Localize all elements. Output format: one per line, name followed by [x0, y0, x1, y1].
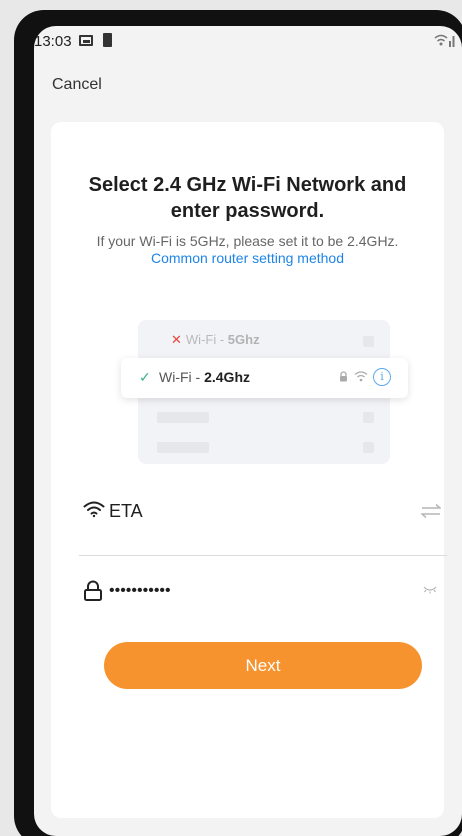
wifi-icon [83, 501, 105, 518]
illustration-24ghz-band: 2.4Ghz [204, 369, 250, 385]
cross-icon: ✕ [171, 332, 182, 347]
illustration-row-24ghz: ✓ Wi-Fi - 2.4Ghz i [121, 358, 408, 398]
illustration-5ghz-band: 5Ghz [227, 332, 260, 347]
illustration-placeholder [157, 412, 209, 423]
check-icon: ✓ [139, 369, 151, 385]
hint-text: If your Wi-Fi is 5GHz, please set it to … [96, 233, 399, 249]
info-icon: i [373, 368, 391, 386]
lock-icon [84, 580, 102, 601]
illustration-placeholder [363, 412, 374, 423]
wifi-small-icon [354, 371, 368, 382]
screen: 13:03 Cancel Select 2.4 GHz Wi-Fi Networ… [34, 26, 462, 836]
image-icon [79, 35, 93, 46]
router-setting-link[interactable]: Common router setting method [61, 249, 434, 267]
ssid-input[interactable] [109, 499, 399, 523]
page-title: Select 2.4 GHz Wi-Fi Network and enter p… [88, 174, 407, 222]
status-time: 13:03 [34, 33, 72, 50]
illustration-row-5ghz: ✕ Wi-Fi - 5Ghz [171, 332, 260, 348]
phone-frame: 13:03 Cancel Select 2.4 GHz Wi-Fi Networ… [14, 10, 462, 836]
illustration-placeholder [363, 336, 374, 347]
illustration-24ghz-label: Wi-Fi - 2.4Ghz [159, 369, 250, 385]
illustration-24ghz-prefix: Wi-Fi - [159, 369, 205, 385]
next-button[interactable]: Next [104, 642, 422, 689]
battery-icon [103, 33, 112, 47]
illustration-placeholder [363, 442, 374, 453]
switch-network-icon[interactable] [421, 504, 441, 518]
status-bar: 13:03 [34, 26, 462, 56]
main-card: Select 2.4 GHz Wi-Fi Network and enter p… [51, 122, 447, 818]
illustration-5ghz-prefix: Wi-Fi - [185, 332, 228, 347]
field-divider [79, 555, 447, 556]
wifi-signal-icon [434, 34, 455, 47]
lock-small-icon [340, 371, 347, 382]
password-input[interactable] [109, 579, 399, 603]
cancel-button[interactable]: Cancel [52, 76, 102, 94]
eye-closed-icon[interactable] [423, 586, 437, 594]
illustration-placeholder [157, 442, 209, 453]
